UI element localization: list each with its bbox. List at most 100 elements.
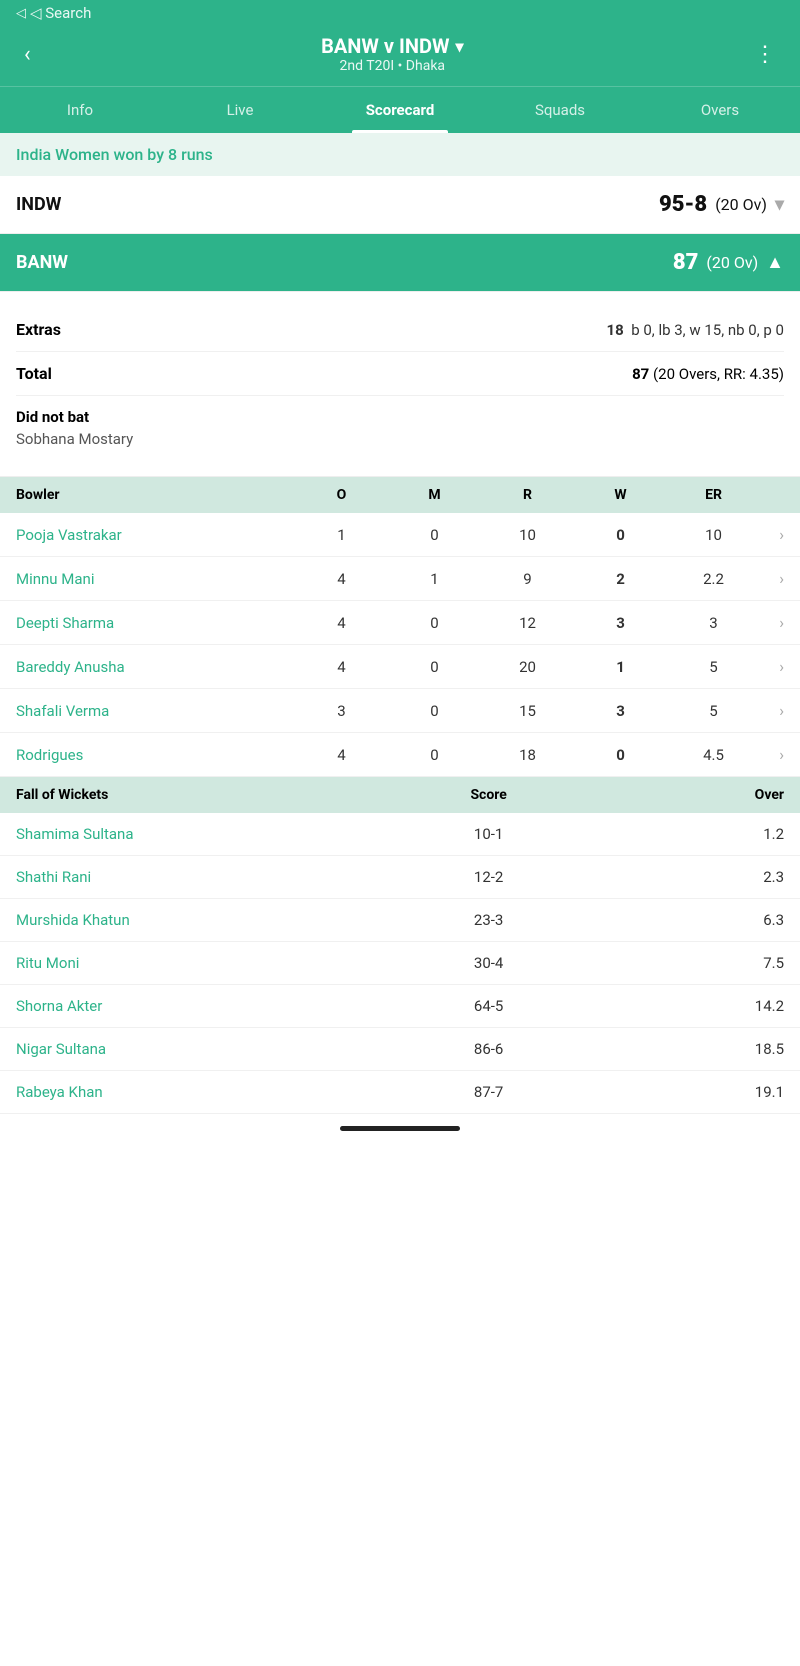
bowler-wickets: 1 bbox=[574, 658, 667, 676]
total-value: 87 (20 Overs, RR: 4.35) bbox=[632, 365, 784, 383]
fow-player-name[interactable]: Shorna Akter bbox=[16, 997, 370, 1015]
bowler-economy: 10 bbox=[667, 526, 760, 544]
back-button[interactable]: ‹ bbox=[16, 38, 39, 71]
bowler-name[interactable]: Minnu Mani bbox=[16, 570, 295, 588]
bowler-maidens: 0 bbox=[388, 526, 481, 544]
fow-player-name[interactable]: Ritu Moni bbox=[16, 954, 370, 972]
bowler-runs: 9 bbox=[481, 570, 574, 588]
bowler-name[interactable]: Shafali Verma bbox=[16, 702, 295, 720]
extras-detail: 18 b 0, lb 3, w 15, nb 0, p 0 bbox=[607, 321, 784, 339]
banw-score-row[interactable]: BANW 87 (20 Ov) ▲ bbox=[0, 234, 800, 292]
tab-squads[interactable]: Squads bbox=[480, 87, 640, 133]
bowler-economy: 5 bbox=[667, 702, 760, 720]
bowler-overs: 4 bbox=[295, 614, 388, 632]
fow-over: 6.3 bbox=[607, 911, 784, 929]
fow-player-name[interactable]: Nigar Sultana bbox=[16, 1040, 370, 1058]
fow-row[interactable]: Murshida Khatun 23-3 6.3 bbox=[0, 899, 800, 942]
bowler-row[interactable]: Bareddy Anusha 4 0 20 1 5 › bbox=[0, 645, 800, 689]
fow-score: 23-3 bbox=[370, 911, 606, 929]
economy-col-header: ER bbox=[667, 487, 760, 503]
bottom-bar bbox=[0, 1114, 800, 1143]
fow-over: 14.2 bbox=[607, 997, 784, 1015]
fow-score: 10-1 bbox=[370, 825, 606, 843]
fow-score: 86-6 bbox=[370, 1040, 606, 1058]
banw-score: 87 (20 Ov) ▲ bbox=[673, 250, 784, 275]
home-indicator bbox=[340, 1126, 460, 1131]
fow-row[interactable]: Ritu Moni 30-4 7.5 bbox=[0, 942, 800, 985]
bowler-economy: 2.2 bbox=[667, 570, 760, 588]
fow-row[interactable]: Shathi Rani 12-2 2.3 bbox=[0, 856, 800, 899]
bowler-row[interactable]: Deepti Sharma 4 0 12 3 3 › bbox=[0, 601, 800, 645]
bowler-economy: 4.5 bbox=[667, 746, 760, 764]
bowler-wickets: 2 bbox=[574, 570, 667, 588]
fow-score-header: Score bbox=[370, 787, 606, 803]
more-options-button[interactable]: ⋮ bbox=[746, 38, 784, 71]
bowler-row[interactable]: Minnu Mani 4 1 9 2 2.2 › bbox=[0, 557, 800, 601]
bowler-maidens: 0 bbox=[388, 614, 481, 632]
dnb-title: Did not bat bbox=[16, 408, 784, 426]
top-header: ‹ BANW v INDW ▾ 2nd T20I • Dhaka ⋮ bbox=[0, 22, 800, 86]
bowler-economy: 3 bbox=[667, 614, 760, 632]
bowler-name[interactable]: Deepti Sharma bbox=[16, 614, 295, 632]
tab-info[interactable]: Info bbox=[0, 87, 160, 133]
bowler-runs: 20 bbox=[481, 658, 574, 676]
wickets-col-header: W bbox=[574, 487, 667, 503]
bowler-runs: 12 bbox=[481, 614, 574, 632]
total-label: Total bbox=[16, 364, 52, 383]
bowler-maidens: 1 bbox=[388, 570, 481, 588]
did-not-bat-section: Did not bat Sobhana Mostary bbox=[16, 396, 784, 460]
bowler-name[interactable]: Rodrigues bbox=[16, 746, 295, 764]
extras-row: Extras 18 b 0, lb 3, w 15, nb 0, p 0 bbox=[16, 308, 784, 352]
bowler-runs: 15 bbox=[481, 702, 574, 720]
banw-team-name: BANW bbox=[16, 252, 68, 273]
bowler-wickets: 3 bbox=[574, 702, 667, 720]
fow-row[interactable]: Rabeya Khan 87-7 19.1 bbox=[0, 1071, 800, 1114]
dnb-player: Sobhana Mostary bbox=[16, 430, 784, 448]
chevron-right-icon: › bbox=[760, 569, 784, 588]
overs-col-header: O bbox=[295, 487, 388, 503]
indw-score: 95-8 (20 Ov) ▾ bbox=[659, 192, 784, 217]
fow-over: 2.3 bbox=[607, 868, 784, 886]
bowler-name[interactable]: Pooja Vastrakar bbox=[16, 526, 295, 544]
fow-player-name[interactable]: Murshida Khatun bbox=[16, 911, 370, 929]
chevron-down-icon[interactable]: ▾ bbox=[455, 37, 463, 56]
bowler-economy: 5 bbox=[667, 658, 760, 676]
bowler-wickets: 0 bbox=[574, 526, 667, 544]
tab-scorecard[interactable]: Scorecard bbox=[320, 87, 480, 133]
search-back-link[interactable]: ◁ Search bbox=[16, 4, 784, 22]
chevron-right-icon: › bbox=[760, 701, 784, 720]
fow-row[interactable]: Nigar Sultana 86-6 18.5 bbox=[0, 1028, 800, 1071]
search-row: ◁ Search bbox=[0, 0, 800, 22]
bowler-row[interactable]: Pooja Vastrakar 1 0 10 0 10 › bbox=[0, 513, 800, 557]
fow-player-name[interactable]: Shathi Rani bbox=[16, 868, 370, 886]
tab-overs[interactable]: Overs bbox=[640, 87, 800, 133]
fow-name-header: Fall of Wickets bbox=[16, 787, 370, 803]
bowler-row[interactable]: Shafali Verma 3 0 15 3 5 › bbox=[0, 689, 800, 733]
extras-label: Extras bbox=[16, 320, 61, 339]
bowler-row[interactable]: Rodrigues 4 0 18 0 4.5 › bbox=[0, 733, 800, 777]
indw-score-row[interactable]: INDW 95-8 (20 Ov) ▾ bbox=[0, 176, 800, 234]
bowler-overs: 1 bbox=[295, 526, 388, 544]
bowler-maidens: 0 bbox=[388, 702, 481, 720]
fow-player-name[interactable]: Shamima Sultana bbox=[16, 825, 370, 843]
runs-col-header: R bbox=[481, 487, 574, 503]
fow-row[interactable]: Shamima Sultana 10-1 1.2 bbox=[0, 813, 800, 856]
bowler-wickets: 0 bbox=[574, 746, 667, 764]
bowler-overs: 4 bbox=[295, 658, 388, 676]
fow-over: 1.2 bbox=[607, 825, 784, 843]
bowler-overs: 4 bbox=[295, 746, 388, 764]
innings-details: Extras 18 b 0, lb 3, w 15, nb 0, p 0 Tot… bbox=[0, 292, 800, 477]
fow-score: 12-2 bbox=[370, 868, 606, 886]
match-subtitle: 2nd T20I • Dhaka bbox=[39, 58, 746, 74]
fow-player-name[interactable]: Rabeya Khan bbox=[16, 1083, 370, 1101]
fow-row[interactable]: Shorna Akter 64-5 14.2 bbox=[0, 985, 800, 1028]
fow-over: 7.5 bbox=[607, 954, 784, 972]
fow-over: 19.1 bbox=[607, 1083, 784, 1101]
bowlers-table: Pooja Vastrakar 1 0 10 0 10 › Minnu Mani… bbox=[0, 513, 800, 777]
bowler-name[interactable]: Bareddy Anusha bbox=[16, 658, 295, 676]
tab-live[interactable]: Live bbox=[160, 87, 320, 133]
match-name: BANW v INDW ▾ bbox=[39, 34, 746, 58]
bowler-maidens: 0 bbox=[388, 658, 481, 676]
fow-score: 64-5 bbox=[370, 997, 606, 1015]
bowler-overs: 3 bbox=[295, 702, 388, 720]
